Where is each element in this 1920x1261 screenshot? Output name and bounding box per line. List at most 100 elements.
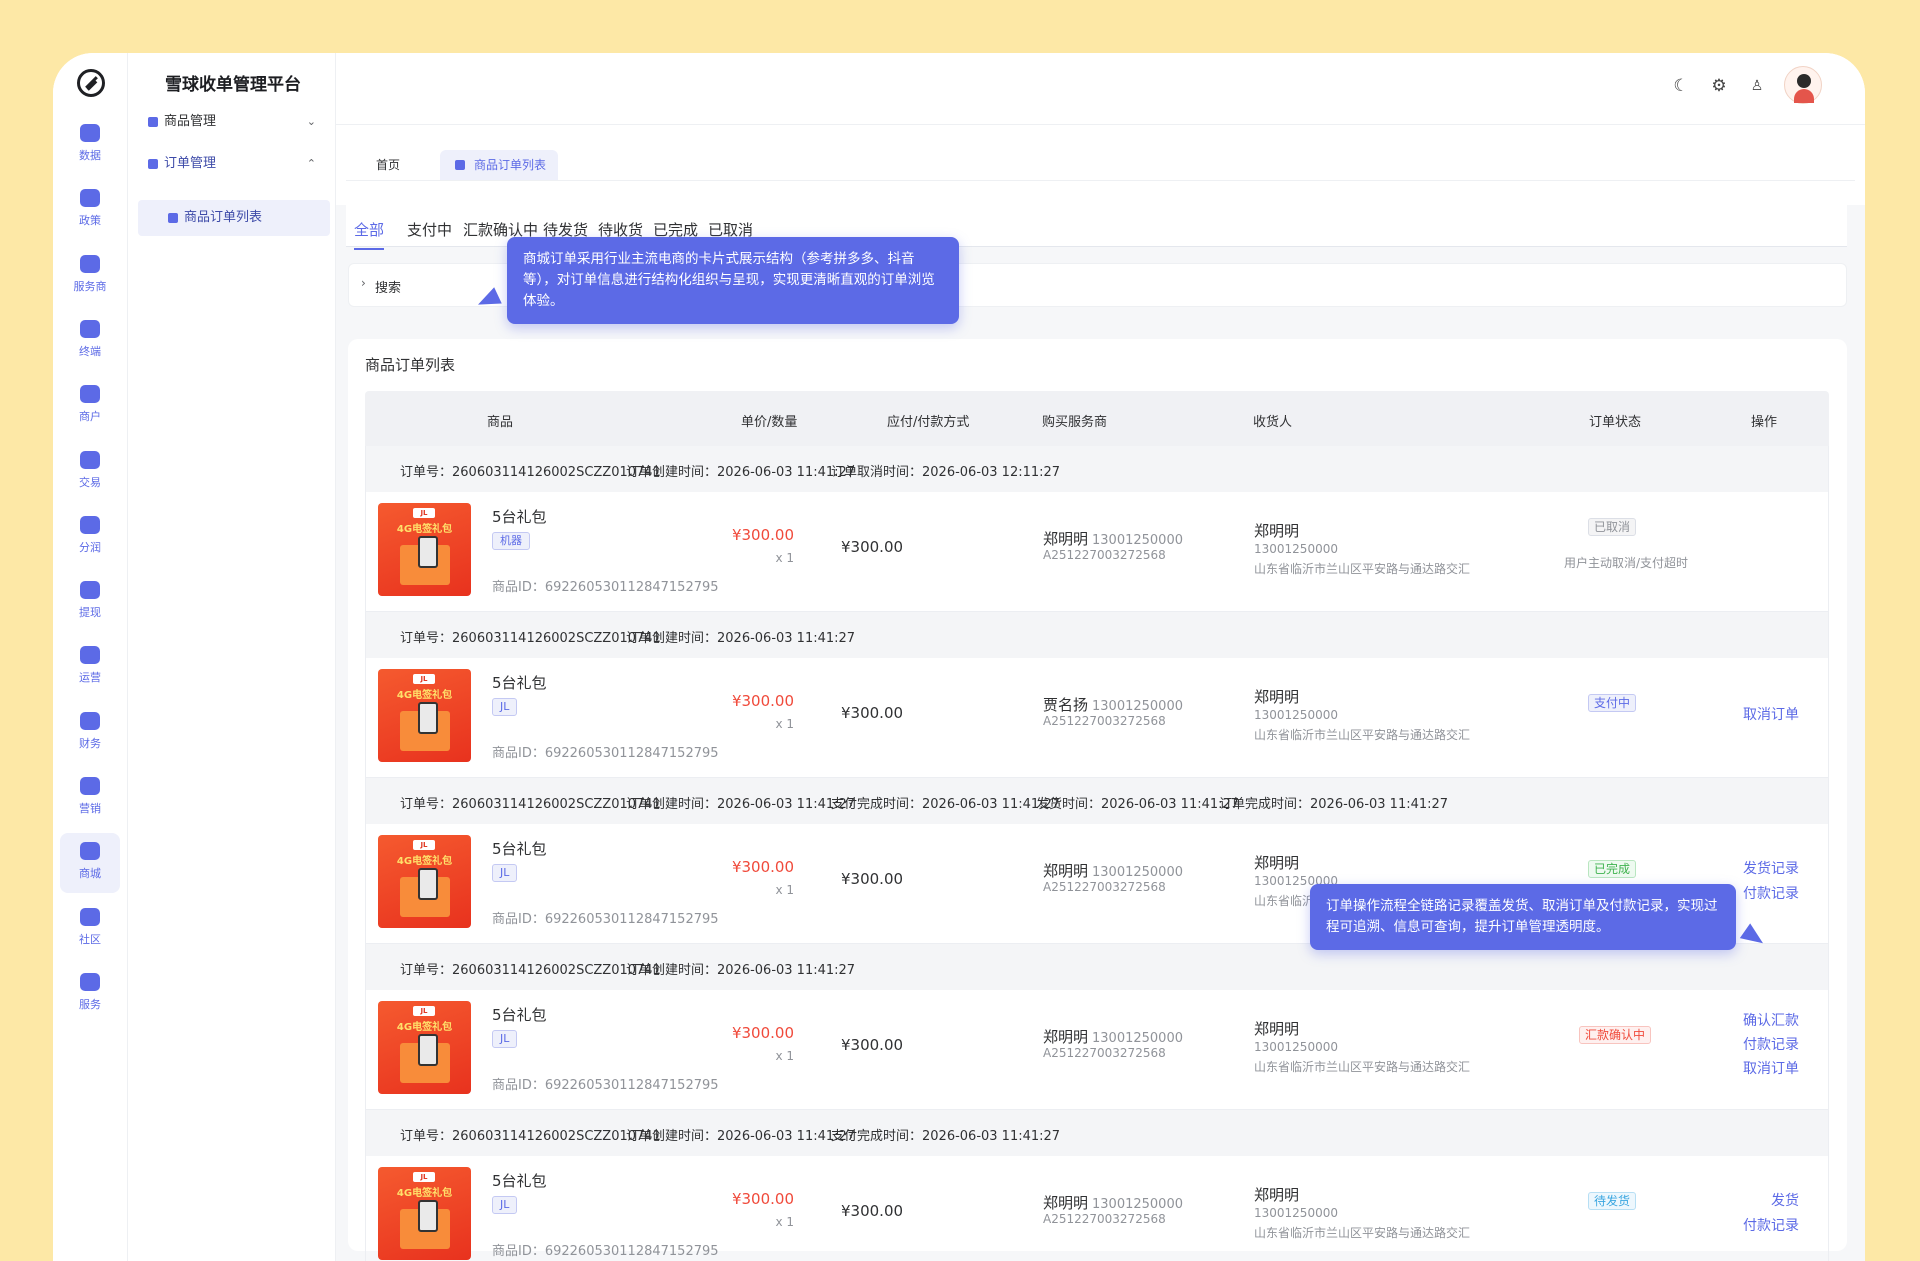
gear-icon[interactable]: ⚙ <box>1708 75 1730 97</box>
buyer-phone: 13001250000 <box>1092 1031 1183 1046</box>
rail-label: 营销 <box>79 802 101 815</box>
rail-item-11[interactable]: 商城 <box>60 833 120 894</box>
rail-label: 财务 <box>79 736 101 750</box>
app-logo-icon[interactable] <box>77 69 105 97</box>
product-thumbnail[interactable]: JL 4G电签礼包 <box>378 503 471 596</box>
monitor-icon <box>80 646 100 665</box>
column-header: 单价/数量 <box>741 415 798 430</box>
receiver-address: 山东省临沂市兰山区平安路与通达路交汇 <box>1254 728 1471 742</box>
submenu-label: 商品订单列表 <box>184 210 263 225</box>
order-header: 订单号：260603114126002SCZZ010741 订单创建时间：2026… <box>366 612 1828 658</box>
rail-item-3[interactable]: 终端 <box>60 311 120 371</box>
table-header: 商品 单价/数量 应付/付款方式 购买服务商 收货人 订单状态 操作 <box>365 391 1829 446</box>
receiver-phone: 13001250000 <box>1254 1040 1338 1054</box>
payable-amount: ¥300.00 <box>841 1202 904 1220</box>
buyer-name: 郑明明 13001250000 <box>1043 1026 1183 1047</box>
buyer-name-text: 郑明明 <box>1043 1194 1089 1212</box>
product-thumbnail[interactable]: JL 4G电签礼包 <box>378 1167 471 1260</box>
rail-item-10[interactable]: 营销 <box>60 768 120 828</box>
product-id: 商品ID：692260530112847152795 <box>492 1078 719 1093</box>
order-number: 订单号：260603114126002SCZZ010741 <box>400 465 661 480</box>
status-badge: 支付中 <box>1588 694 1637 712</box>
rail-item-12[interactable]: 社区 <box>60 899 120 959</box>
divider <box>346 180 1855 181</box>
rail-label: 交易 <box>79 475 101 489</box>
order-number: 订单号：260603114126002SCZZ010741 <box>400 1129 661 1144</box>
pos-terminal-icon <box>418 536 438 568</box>
action-link[interactable]: 确认汇款 <box>1743 1010 1799 1030</box>
tab-home[interactable]: 首页 <box>364 150 412 180</box>
moon-icon[interactable]: ☾ <box>1670 75 1692 97</box>
rail-label: 服务 <box>79 997 101 1011</box>
order-card: 订单号：260603114126002SCZZ010741 订单创建时间：2026… <box>365 612 1829 778</box>
buyer-phone: 13001250000 <box>1092 533 1183 548</box>
receiver-name: 郑明明 <box>1254 1186 1300 1204</box>
rail-item-13[interactable]: 服务 <box>60 964 120 1024</box>
product-thumbnail[interactable]: JL 4G电签礼包 <box>378 669 471 762</box>
thumb-brand: JL <box>413 840 435 850</box>
action-link[interactable]: 发货 <box>1771 1190 1799 1210</box>
order-icon <box>148 159 158 169</box>
submenu-order-list[interactable]: 商品订单列表 <box>138 200 330 236</box>
rail-item-6[interactable]: 分润 <box>60 507 120 567</box>
submenu-product-mgmt[interactable]: 商品管理 ⌄ <box>138 104 330 140</box>
order-header: 订单号：260603114126002SCZZ010741 订单创建时间：2026… <box>366 446 1828 492</box>
action-link[interactable]: 取消订单 <box>1743 704 1799 724</box>
product-name: 5台礼包 <box>492 674 547 692</box>
avatar[interactable] <box>1784 66 1822 104</box>
action-link[interactable]: 取消订单 <box>1743 1058 1799 1078</box>
rail-item-4[interactable]: 商户 <box>60 376 120 436</box>
rail-item-5[interactable]: 交易 <box>60 442 120 502</box>
rail-item-8[interactable]: 运营 <box>60 637 120 697</box>
submenu-order-mgmt[interactable]: 订单管理 ⌃ <box>138 146 330 182</box>
store-icon <box>80 385 100 404</box>
rail-item-7[interactable]: 提现 <box>60 572 120 632</box>
product-thumbnail[interactable]: JL 4G电签礼包 <box>378 1001 471 1094</box>
thumb-brand: JL <box>413 508 435 518</box>
action-link[interactable]: 付款记录 <box>1743 883 1799 903</box>
order-card: 订单号：260603114126002SCZZ010741 订单创建时间：2026… <box>365 446 1829 612</box>
rail-label: 政策 <box>79 214 101 228</box>
chevron-up-icon: ⌃ <box>306 157 316 170</box>
rail-item-9[interactable]: 财务 <box>60 703 120 763</box>
action-link[interactable]: 付款记录 <box>1743 1034 1799 1054</box>
product-id: 商品ID：692260530112847152795 <box>492 1244 719 1259</box>
action-link[interactable]: 付款记录 <box>1743 1215 1799 1235</box>
order-header: 订单号：260603114126002SCZZ010741 订单创建时间：2026… <box>366 1110 1828 1156</box>
tab-paying[interactable]: 支付中 <box>407 219 452 248</box>
product-name: 5台礼包 <box>492 508 547 526</box>
rail-item-1[interactable]: 政策 <box>60 180 120 240</box>
unit-price: ¥300.00 <box>731 526 794 544</box>
quantity: x 1 <box>775 1049 794 1063</box>
receiver-phone: 13001250000 <box>1254 542 1338 556</box>
rail-item-2[interactable]: 服务商 <box>60 246 120 306</box>
buyer-code: A251227003272568 <box>1043 1212 1166 1226</box>
shirt-icon[interactable]: ♙ <box>1746 75 1768 97</box>
order-card: 订单号：260603114126002SCZZ010741 订单创建时间：2026… <box>365 1110 1829 1261</box>
thumb-title: 4G电签礼包 <box>396 1022 453 1033</box>
order-time: 订单创建时间：2026-06-03 11:41:27 <box>626 1129 856 1144</box>
product-tag: JL <box>492 1196 518 1214</box>
status-note: 用户主动取消/支付超时 <box>1564 556 1689 570</box>
pos-terminal-icon <box>418 1034 438 1066</box>
column-header: 操作 <box>1751 415 1778 430</box>
column-header: 订单状态 <box>1589 415 1642 430</box>
money-bag-icon <box>80 515 100 534</box>
status-badge: 已取消 <box>1588 518 1637 536</box>
quantity: x 1 <box>775 883 794 897</box>
product-thumbnail[interactable]: JL 4G电签礼包 <box>378 835 471 928</box>
rail-label: 商户 <box>79 410 101 424</box>
buyer-code: A251227003272568 <box>1043 714 1166 728</box>
user-heart-icon <box>80 254 100 273</box>
rail-item-0[interactable]: 数据 <box>60 115 120 175</box>
action-link[interactable]: 发货记录 <box>1743 858 1799 878</box>
page-tab-strip: 首页 商品订单列表 <box>336 125 1865 205</box>
payable-amount: ¥300.00 <box>841 704 904 722</box>
tab-order-list[interactable]: 商品订单列表 <box>440 150 559 180</box>
buyer-name: 郑明明 13001250000 <box>1043 528 1183 549</box>
order-time: 订单完成时间：2026-06-03 11:41:27 <box>1219 797 1449 812</box>
thumb-title: 4G电签礼包 <box>396 856 453 867</box>
payable-amount: ¥300.00 <box>841 870 904 888</box>
column-header: 购买服务商 <box>1042 415 1108 430</box>
tab-all[interactable]: 全部 <box>354 219 385 250</box>
